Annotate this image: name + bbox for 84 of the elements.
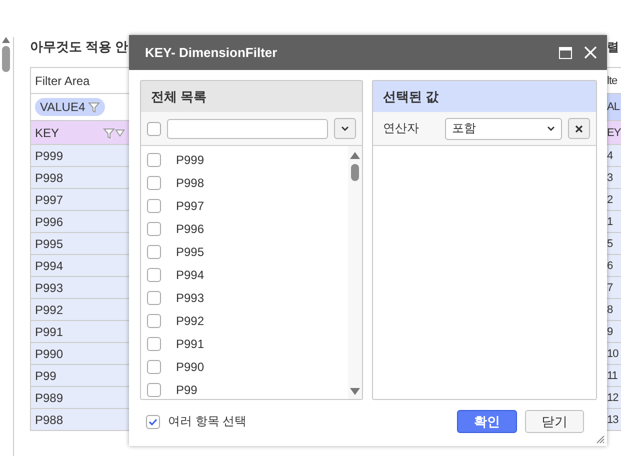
confirm-button[interactable]: 확인 [457, 410, 517, 433]
checkbox[interactable] [147, 382, 161, 396]
operator-select[interactable]: 포함 [444, 118, 562, 140]
scrollbar[interactable] [1, 37, 14, 456]
table-cell: 5 [607, 232, 621, 254]
table-cell: P998 [30, 166, 130, 188]
table-cell: 3 [607, 166, 621, 188]
checkbox-label: 여러 항목 선택 [168, 413, 247, 430]
filter-chip[interactable]: VALUE4 [35, 98, 106, 116]
scroll-up-icon[interactable] [350, 152, 360, 159]
checkbox[interactable] [147, 152, 161, 166]
table-cell: P99 [30, 364, 130, 386]
checkbox[interactable] [147, 222, 161, 236]
table-cell: 8 [607, 298, 621, 320]
sort-icon[interactable] [115, 129, 125, 138]
maximize-button[interactable] [559, 46, 572, 58]
section-heading: 아무것도 적용 안 [30, 39, 128, 54]
table-cell: P992 [30, 298, 130, 320]
scrollbar[interactable] [348, 146, 362, 399]
chevron-down-icon [547, 126, 555, 131]
list-item[interactable]: P995 [176, 244, 204, 258]
table-cell: P996 [30, 210, 130, 232]
list-item[interactable]: P997 [176, 198, 204, 212]
maximize-icon [559, 46, 572, 58]
checkmark-icon [148, 416, 158, 426]
checkbox[interactable] [147, 198, 161, 212]
list-item[interactable]: P991 [176, 336, 204, 350]
list-item[interactable]: P993 [176, 290, 204, 304]
search-field[interactable] [167, 118, 328, 138]
table-cell: P994 [30, 254, 130, 276]
filter-icon[interactable] [103, 127, 115, 140]
table-cell: 7 [607, 276, 621, 298]
checkbox[interactable] [146, 414, 160, 428]
checkbox[interactable] [147, 314, 161, 328]
scrollbar-thumb[interactable] [351, 164, 359, 181]
list-item[interactable]: P994 [176, 268, 204, 282]
list-item[interactable]: P998 [176, 176, 204, 190]
table-cell: 11 [607, 364, 621, 386]
table-cell: P995 [30, 232, 130, 254]
table-cell: P988 [30, 408, 130, 430]
list-item[interactable]: P992 [176, 314, 204, 328]
checkbox[interactable] [147, 360, 161, 374]
close-icon [575, 124, 583, 132]
table-cell: 4 [607, 144, 621, 166]
table-cell: P999 [30, 144, 130, 166]
scrollbar-thumb[interactable] [2, 46, 10, 72]
table-cell: P990 [30, 342, 130, 364]
table-cell: 6 [607, 254, 621, 276]
table-cell: P993 [30, 276, 130, 298]
clear-button[interactable] [568, 118, 590, 139]
table-cell: 2 [607, 188, 621, 210]
table-cell: 9 [607, 320, 621, 342]
close-button[interactable] [584, 46, 597, 59]
panel-title: 선택된 값 [373, 81, 596, 112]
panel-title: 전체 목록 [141, 81, 362, 112]
close-icon [584, 46, 597, 59]
checkbox[interactable] [147, 244, 161, 258]
list-item[interactable]: P996 [176, 222, 204, 236]
checkbox[interactable] [147, 176, 161, 190]
list-item[interactable]: P999 [176, 152, 204, 166]
checkbox[interactable] [147, 336, 161, 350]
filter-chip[interactable]: AL [607, 94, 621, 120]
table-cell: P991 [30, 320, 130, 342]
table-cell: P989 [30, 386, 130, 408]
operator-label: 연산자 [383, 120, 420, 137]
table-cell: 12 [607, 386, 621, 408]
dialog-title: KEY- DimensionFilter [145, 45, 278, 60]
table-cell: 13 [607, 408, 621, 430]
table-cell: 10 [607, 342, 621, 364]
list-item[interactable]: P990 [176, 360, 204, 374]
filter-icon[interactable] [88, 101, 100, 113]
chevron-down-icon [341, 126, 349, 131]
table-cell: 1 [607, 210, 621, 232]
checkbox[interactable] [147, 268, 161, 282]
section-heading: 렬 [607, 39, 620, 56]
scroll-up-icon[interactable] [2, 37, 10, 43]
dropdown-button[interactable] [334, 118, 356, 139]
list-item[interactable]: P99 [176, 382, 198, 396]
resize-grip-icon[interactable] [596, 435, 605, 444]
table-cell: P997 [30, 188, 130, 210]
scroll-down-icon[interactable] [350, 388, 360, 395]
select-all-checkbox[interactable] [147, 122, 161, 136]
dialog-button[interactable]: 닫기 [525, 410, 584, 433]
checkbox[interactable] [147, 290, 161, 304]
